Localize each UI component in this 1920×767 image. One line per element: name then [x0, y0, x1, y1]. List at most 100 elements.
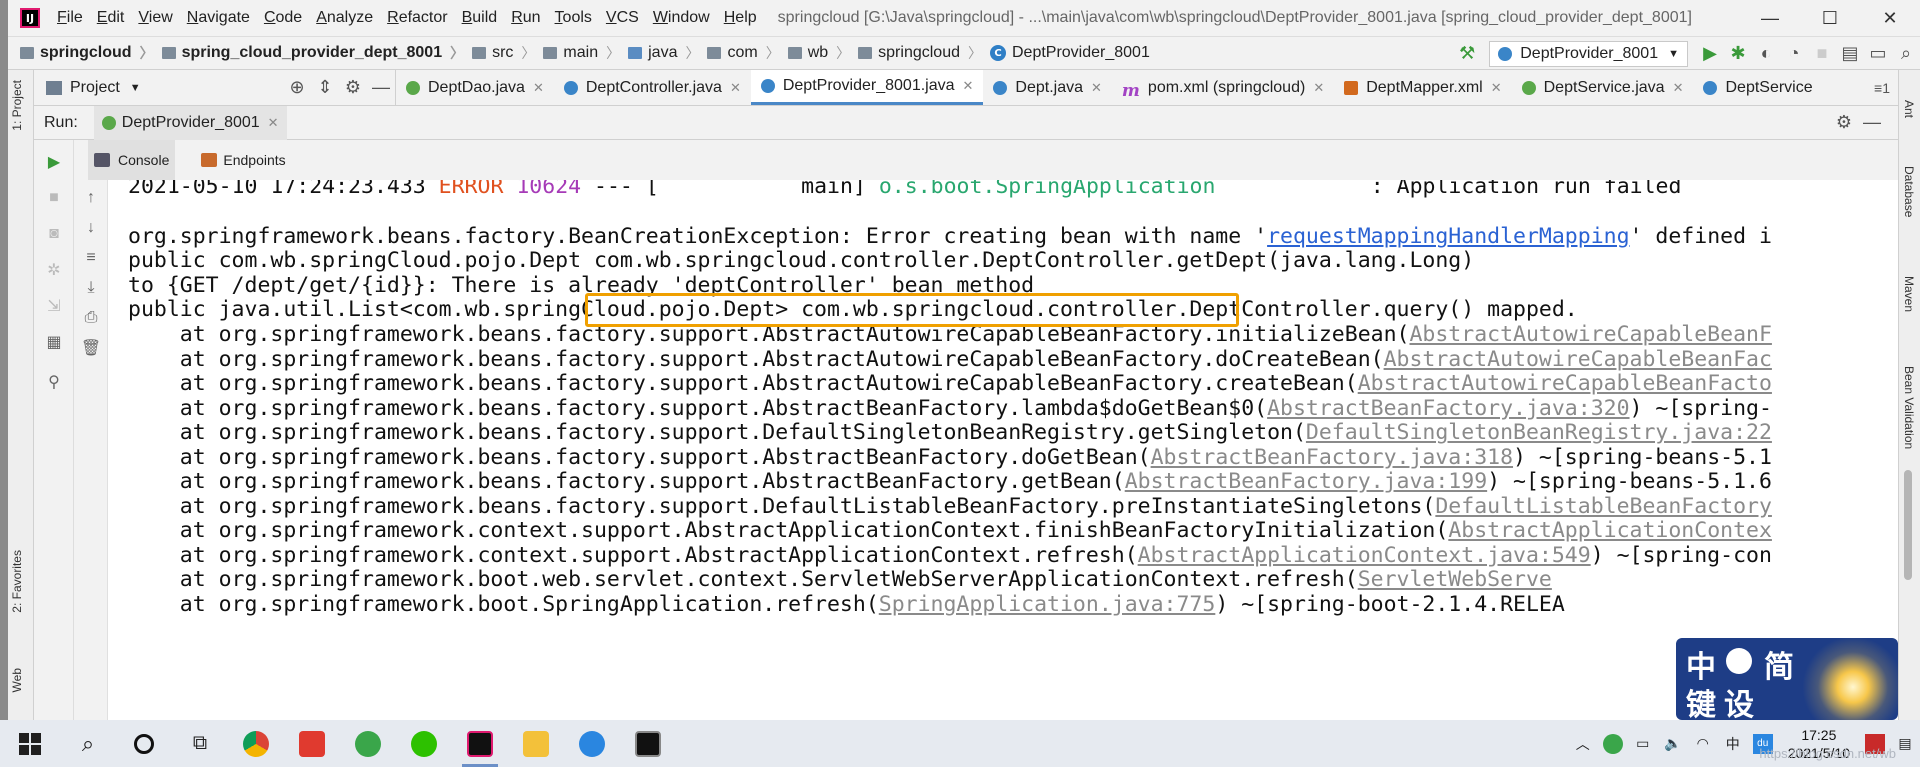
close-icon[interactable]: ✕ [963, 78, 974, 94]
console-output[interactable]: 2021-05-10 17:24:23.433 ERROR 10624 --- … [108, 180, 1898, 720]
gear-icon[interactable]: ⚙ [339, 74, 367, 102]
chrome-app[interactable] [228, 720, 284, 767]
tab-console[interactable]: Console [88, 140, 176, 180]
close-icon[interactable]: ✕ [1491, 80, 1502, 96]
restore-layout-icon[interactable]: ⇲ [42, 294, 66, 318]
camera-icon[interactable]: ◙ [42, 222, 66, 246]
bean-validation-tool-tab[interactable]: Bean Validation [1902, 366, 1916, 449]
tab-dept[interactable]: Dept.java ✕ [983, 70, 1112, 105]
menu-navigate[interactable]: Navigate [180, 9, 257, 27]
web-tool-tab[interactable]: Web [10, 668, 24, 692]
project-pane-header[interactable]: Project ▼ ⊕ ⇕ ⚙ — [34, 70, 396, 105]
ie-app[interactable] [340, 720, 396, 767]
ime-toggle-icon[interactable] [1726, 648, 1752, 674]
arrow-up-icon[interactable]: ↑ [79, 186, 103, 210]
source-link[interactable]: AbstractBeanFactory.java:199 [1125, 469, 1487, 494]
menu-code[interactable]: Code [257, 9, 309, 27]
close-icon[interactable]: ✕ [1091, 80, 1102, 96]
breadcrumb-item[interactable]: C DeptProvider_8001 [989, 44, 1150, 62]
breadcrumb-item[interactable]: java 〉 [628, 43, 707, 63]
build-hammer-icon[interactable]: ⚒ [1453, 40, 1481, 68]
stop-icon[interactable]: ■ [42, 186, 66, 210]
ime-toolbar[interactable]: 中 简 键 设 [1676, 638, 1898, 720]
tabs-overflow-button[interactable]: ≡1 [1866, 70, 1898, 105]
menu-tools[interactable]: Tools [548, 9, 599, 27]
menu-help[interactable]: Help [717, 9, 764, 27]
hide-icon[interactable]: — [1858, 109, 1886, 137]
layout-icon[interactable]: ▦ [42, 330, 66, 354]
pin-icon[interactable]: ⚲ [42, 370, 66, 394]
breadcrumb-item[interactable]: src 〉 [472, 43, 543, 63]
locate-icon[interactable]: ⊕ [283, 74, 311, 102]
scroll-to-end-icon[interactable]: ⤓ [79, 276, 103, 300]
stop-icon[interactable]: ■ [1808, 40, 1836, 68]
source-link[interactable]: AbstractAutowireCapableBeanF [1409, 322, 1771, 347]
breadcrumb-item[interactable]: springcloud 〉 [858, 43, 990, 63]
menu-edit[interactable]: Edit [90, 9, 132, 27]
breadcrumb-item[interactable]: com 〉 [707, 43, 787, 63]
tray-app-icon[interactable] [1602, 733, 1623, 754]
source-link[interactable]: AbstractApplicationContex [1448, 518, 1772, 543]
run-tab[interactable]: DeptProvider_8001 ✕ [93, 105, 287, 140]
soft-wrap-icon[interactable]: ≡ [79, 246, 103, 270]
close-button[interactable]: ✕ [1860, 0, 1920, 36]
tab-endpoints[interactable]: Endpoints [195, 140, 291, 180]
source-link[interactable]: AbstractApplicationContext.java:549 [1138, 543, 1591, 568]
menu-file[interactable]: File [50, 9, 90, 27]
project-tool-tab[interactable]: 1: Project [10, 80, 24, 131]
ime-simplified-label[interactable]: 简 [1764, 642, 1794, 686]
tab-pom[interactable]: m pom.xml (springcloud) ✕ [1112, 70, 1334, 105]
close-icon[interactable]: ✕ [1313, 80, 1324, 96]
tab-deptservice[interactable]: DeptService [1693, 70, 1822, 105]
source-link[interactable]: DefaultSingletonBeanRegistry.java:22 [1306, 420, 1772, 445]
ant-tool-tab[interactable]: Ant [1902, 100, 1916, 118]
explorer-app[interactable] [508, 720, 564, 767]
collapse-icon[interactable]: ⇕ [311, 74, 339, 102]
close-icon[interactable]: ✕ [730, 80, 741, 96]
minimize-button[interactable]: — [1740, 0, 1800, 36]
hide-icon[interactable]: — [367, 74, 395, 102]
source-link[interactable]: AbstractBeanFactory.java:320 [1267, 396, 1629, 421]
menu-window[interactable]: Window [646, 9, 717, 27]
ime-lang-icon[interactable]: 中 [1723, 734, 1743, 754]
source-link[interactable]: ServletWebServe [1358, 567, 1552, 592]
intellij-app[interactable] [452, 720, 508, 767]
close-icon[interactable]: ✕ [533, 80, 544, 96]
app-red[interactable] [284, 720, 340, 767]
chevron-down-icon[interactable]: ▼ [130, 82, 141, 94]
tab-deptmapper[interactable]: DeptMapper.xml ✕ [1334, 70, 1511, 105]
ime-settings-label[interactable]: 设 [1724, 680, 1754, 720]
settings-icon[interactable]: ✲ [42, 258, 66, 282]
close-icon[interactable]: ✕ [1673, 80, 1684, 96]
menu-refactor[interactable]: Refactor [380, 9, 454, 27]
source-link[interactable]: AbstractAutowireCapableBeanFacto [1358, 371, 1772, 396]
breadcrumb-item[interactable]: spring_cloud_provider_dept_8001 〉 [161, 43, 473, 63]
menu-vcs[interactable]: VCS [599, 9, 646, 27]
breadcrumb-item[interactable]: springcloud 〉 [20, 43, 162, 63]
cortana-button[interactable] [116, 720, 172, 767]
rerun-icon[interactable]: ▶ [42, 150, 66, 174]
trash-icon[interactable]: 🗑 [79, 336, 103, 360]
battery-icon[interactable]: ▭ [1633, 734, 1653, 754]
source-link[interactable]: AbstractBeanFactory.java:318 [1151, 445, 1513, 470]
breadcrumb-item[interactable]: main 〉 [543, 43, 628, 63]
run-icon[interactable]: ▶ [1696, 40, 1724, 68]
tab-deptservice-java[interactable]: DeptService.java ✕ [1512, 70, 1694, 105]
project-structure-icon[interactable]: ▤ [1836, 40, 1864, 68]
close-icon[interactable]: ✕ [268, 115, 279, 131]
print-icon[interactable]: ⎙ [79, 306, 103, 330]
breadcrumb-item[interactable]: wb 〉 [787, 43, 858, 63]
debug-icon[interactable]: ✱ [1724, 40, 1752, 68]
maven-tool-tab[interactable]: Maven [1902, 276, 1916, 312]
tab-deptprovider[interactable]: DeptProvider_8001.java ✕ [750, 70, 984, 105]
menu-run[interactable]: Run [504, 9, 547, 27]
database-tool-tab[interactable]: Database [1902, 166, 1916, 217]
action-center-icon[interactable]: ▤ [1895, 734, 1915, 754]
coverage-icon[interactable]: ◐ [1752, 40, 1780, 68]
wifi-icon[interactable]: ◠ [1693, 734, 1713, 754]
favorites-tool-tab[interactable]: 2: Favorites [10, 550, 24, 613]
volume-icon[interactable]: 🔈 [1663, 734, 1683, 754]
profile-icon[interactable]: ◔ [1780, 40, 1808, 68]
run-configuration-select[interactable]: DeptProvider_8001 ▼ [1489, 40, 1688, 67]
menu-view[interactable]: View [131, 9, 179, 27]
